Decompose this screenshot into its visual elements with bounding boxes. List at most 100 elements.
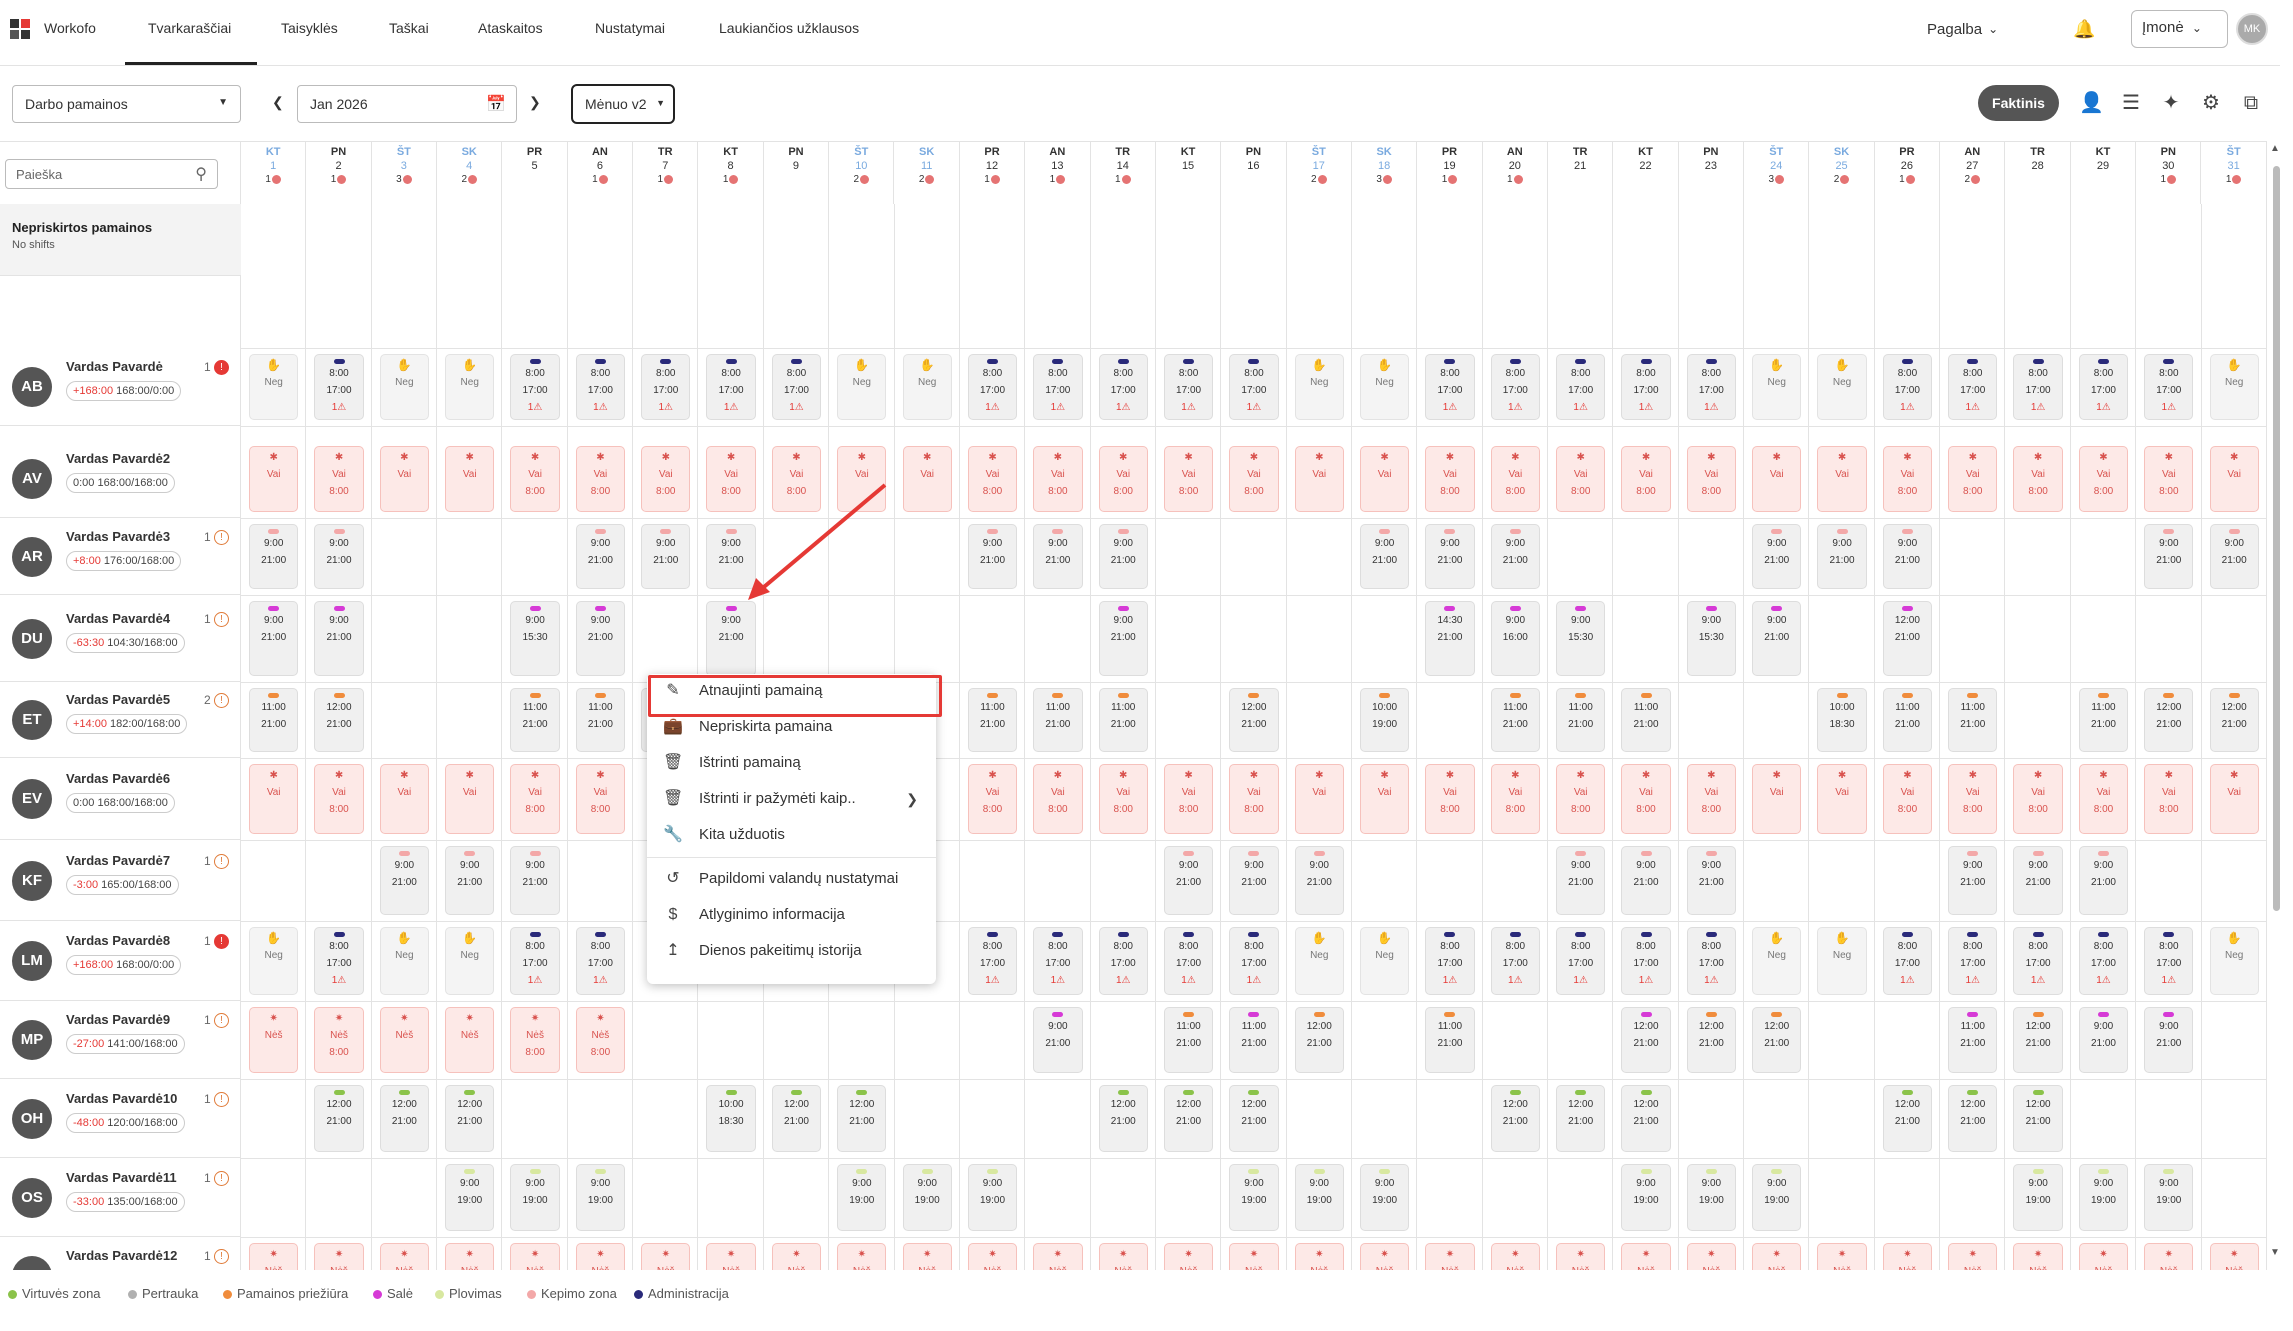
vacation-cell[interactable]: ✱ Vai 8:00 [510,764,560,834]
vacation-cell[interactable]: ✱ Vai 8:00 [1163,446,1214,512]
sick-leave-cell[interactable]: ✷Nėš8:00 [1686,1243,1737,1270]
vacation-cell[interactable]: ✱ Vai 8:00 [641,446,691,512]
sick-leave-cell[interactable]: ✷ Nėš [249,1243,299,1270]
employee-row[interactable]: MP Vardas Pavardė9 -27:00 141:00/168:00 1! [0,1001,241,1079]
sick-leave-cell[interactable]: ✷Nėš8:00 [967,1243,1018,1270]
vacation-cell[interactable]: ✱ Vai 8:00 [1490,446,1540,512]
next-month-icon[interactable]: ❯ [529,94,541,111]
shift-cell[interactable]: 9:00 21:00 [379,846,430,915]
shift-cell[interactable]: 14:30 21:00 [1425,601,1475,676]
shift-cell[interactable]: 11:00 21:00 [1948,1007,1998,1073]
shift-cell[interactable]: 9:00 21:00 [1490,524,1540,589]
vacation-cell[interactable]: ✱ Vai 8:00 [575,446,626,512]
employee-row[interactable]: LM Vardas Pavardė8 +168:00 168:00/0:00 1! [0,921,241,1001]
employee-row[interactable]: ET Vardas Pavardė5 +14:00 182:00/168:00 2! [0,682,241,758]
sick-leave-cell[interactable]: ✷Nėš8:00 [1556,1243,1606,1270]
shift-cell[interactable]: 12:00 21:00 [2144,688,2194,752]
filter-sliders-icon[interactable]: ☰ [2119,91,2143,115]
shift-cell[interactable]: 9:00 21:00 [445,846,495,915]
employee-row[interactable]: KF Vardas Pavardė7 -3:00 165:00/168:00 1! [0,840,241,921]
shift-cell[interactable]: 11:00 21:00 [575,688,626,752]
vacation-cell[interactable]: ✱ Vai 8:00 [510,446,560,512]
tab-rules[interactable]: Taisyklės [281,20,338,36]
admin-shift-cell[interactable]: 8:00 17:00 1⚠ [1621,927,1671,995]
shift-cell[interactable]: 12:00 21:00 [1686,1007,1737,1073]
shift-cell[interactable]: 12:00 21:00 [314,688,364,752]
sick-leave-cell[interactable]: ✷Nėš8:00 [314,1243,364,1270]
copy-icon[interactable]: ⧉ [2239,91,2263,115]
admin-shift-cell[interactable]: 8:00 17:00 1⚠ [1556,354,1606,420]
shift-cell[interactable]: 9:00 19:00 [2078,1164,2129,1231]
shift-cell[interactable]: 9:00 21:00 [1033,524,1083,589]
actual-button[interactable]: Faktinis [1978,85,2059,121]
negative-availability-cell[interactable]: ✋ Neg [2209,354,2259,420]
admin-shift-cell[interactable]: 8:00 17:00 1⚠ [1686,927,1737,995]
sick-leave-cell[interactable]: ✷Nėš8:00 [510,1243,560,1270]
sick-leave-cell[interactable]: ✷Nėš8:00 [510,1007,560,1073]
warning-icon[interactable]: ! [214,1092,229,1107]
employee-row[interactable]: OH Vardas Pavardė10 -48:00 120:00/168:00 1! [0,1079,241,1158]
warning-icon[interactable]: ! [214,1249,229,1264]
admin-shift-cell[interactable]: 8:00 17:00 1⚠ [1621,354,1671,420]
vacation-cell[interactable]: ✱ Vai [2209,446,2259,512]
warning-icon[interactable]: ! [214,1171,229,1186]
day-header[interactable]: ŠT 3 3 [372,142,438,204]
shift-cell[interactable]: 9:00 21:00 [1098,524,1148,589]
shift-cell[interactable]: 12:00 21:00 [837,1085,887,1152]
sick-leave-cell[interactable]: ✷Nėš8:00 [1425,1243,1475,1270]
employee-row[interactable]: OS Vardas Pavardė11 -33:00 135:00/168:00 1! [0,1158,241,1237]
shift-cell[interactable]: 12:00 21:00 [2013,1085,2063,1152]
shift-cell[interactable]: 9:00 21:00 [249,524,299,589]
day-header[interactable]: SK 18 3 [1352,142,1418,204]
tab-schedules[interactable]: Tvarkaraščiai [148,20,231,36]
admin-shift-cell[interactable]: 8:00 17:00 1⚠ [1163,927,1214,995]
shift-cell[interactable]: 12:00 21:00 [445,1085,495,1152]
vacation-cell[interactable]: ✱ Vai 8:00 [1098,446,1148,512]
shift-cell[interactable]: 9:00 21:00 [1425,524,1475,589]
vacation-cell[interactable]: ✱ Vai 8:00 [1948,764,1998,834]
sick-leave-cell[interactable]: ✷Nėš8:00 [575,1007,626,1073]
shift-cell[interactable]: 9:00 21:00 [2144,1007,2194,1073]
vacation-cell[interactable]: ✱ Vai [1359,764,1410,834]
shift-cell[interactable]: 9:00 19:00 [837,1164,887,1231]
shift-cell[interactable]: 11:00 21:00 [2078,688,2129,752]
sick-leave-cell[interactable]: ✷Nėš8:00 [2144,1243,2194,1270]
shift-cell[interactable]: 12:00 21:00 [1556,1085,1606,1152]
vacation-cell[interactable]: ✱ Vai [1294,764,1344,834]
employee-row[interactable]: AV Vardas Pavardė2 0:00 168:00/168:00 [0,440,241,518]
shift-cell[interactable]: 12:00 21:00 [1163,1085,1214,1152]
shift-cell[interactable]: 9:00 19:00 [1752,1164,1802,1231]
day-header[interactable]: PN 2 1 [306,142,372,204]
vacation-cell[interactable]: ✱ Vai [379,446,430,512]
negative-availability-cell[interactable]: ✋ Neg [445,927,495,995]
shift-cell[interactable]: 9:00 21:00 [2078,846,2129,915]
shift-cell[interactable]: 9:00 21:00 [249,601,299,676]
shift-cell[interactable]: 9:00 19:00 [1294,1164,1344,1231]
prev-month-icon[interactable]: ❮ [272,94,284,111]
vacation-cell[interactable]: ✱ Vai 8:00 [1556,446,1606,512]
shift-cell[interactable]: 12:00 21:00 [1882,601,1933,676]
sick-leave-cell[interactable]: ✷Nėš8:00 [706,1243,756,1270]
sick-leave-cell[interactable]: ✷Nėš8:00 [1882,1243,1933,1270]
vacation-cell[interactable]: ✱ Vai 8:00 [2144,446,2194,512]
day-header[interactable]: KT 22 [1613,142,1679,204]
vacation-cell[interactable]: ✱ Vai 8:00 [1229,446,1279,512]
shift-cell[interactable]: 9:00 19:00 [2144,1164,2194,1231]
scrollbar-thumb[interactable] [2273,166,2280,911]
shift-cell[interactable]: 9:00 21:00 [2209,524,2259,589]
shift-cell[interactable]: 9:00 19:00 [510,1164,560,1231]
shift-cell[interactable]: 12:00 21:00 [771,1085,822,1152]
shift-cell[interactable]: 9:00 19:00 [1359,1164,1410,1231]
sick-leave-cell[interactable]: ✷ Nėš [445,1007,495,1073]
shift-cell[interactable]: 12:00 21:00 [1752,1007,1802,1073]
admin-shift-cell[interactable]: 8:00 17:00 1⚠ [1490,354,1540,420]
admin-shift-cell[interactable]: 8:00 17:00 1⚠ [1163,354,1214,420]
sick-leave-cell[interactable]: ✷Nėš8:00 [1621,1243,1671,1270]
negative-availability-cell[interactable]: ✋ Neg [445,354,495,420]
shift-cell[interactable]: 9:00 19:00 [1229,1164,1279,1231]
shift-cell[interactable]: 9:00 21:00 [1621,846,1671,915]
vacation-cell[interactable]: ✱ Vai 8:00 [1686,446,1737,512]
vacation-cell[interactable]: ✱ Vai 8:00 [1686,764,1737,834]
tab-settings[interactable]: Nustatymai [595,20,665,36]
admin-shift-cell[interactable]: 8:00 17:00 1⚠ [1425,354,1475,420]
